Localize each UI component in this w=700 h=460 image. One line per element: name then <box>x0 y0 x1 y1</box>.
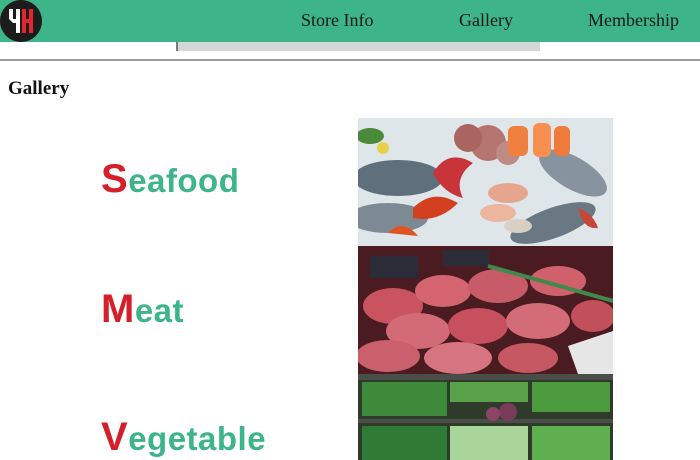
category-vegetable: Vegetable <box>101 415 266 460</box>
category-meat: Meat <box>101 287 184 332</box>
nav-link-membership[interactable]: Membership <box>588 10 679 31</box>
horizontal-scrollbar[interactable] <box>176 42 540 51</box>
page-title: Gallery <box>8 78 70 99</box>
meat-photo <box>358 246 613 374</box>
vegetable-photo <box>358 374 613 460</box>
category-seafood: Seafood <box>101 157 239 202</box>
nav-link-store-info[interactable]: Store Info <box>301 10 373 31</box>
nav-link-gallery[interactable]: Gallery <box>459 10 513 31</box>
divider <box>0 59 700 61</box>
category-initial: V <box>101 415 129 459</box>
category-label: eafood <box>128 162 240 199</box>
category-initial: M <box>101 287 135 331</box>
navbar: Store Info Gallery Membership <box>0 0 700 42</box>
seafood-photo <box>358 118 613 246</box>
category-label: eat <box>134 292 185 329</box>
yh-logo-icon[interactable] <box>0 0 42 42</box>
category-initial: S <box>101 157 129 201</box>
category-label: egetable <box>128 420 267 457</box>
